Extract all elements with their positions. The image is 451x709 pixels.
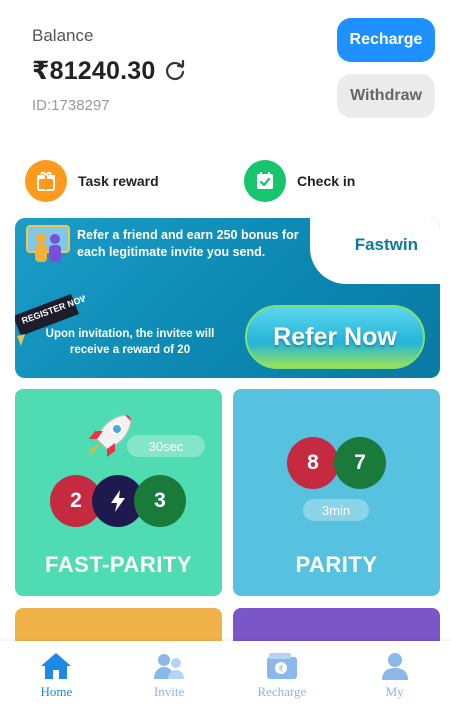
balance-row: ₹81240.30 — [32, 56, 187, 86]
banner-text-bottom: Upon invitation, the invitee will receiv… — [45, 328, 215, 356]
brand-name: Fastwin — [354, 235, 418, 254]
nav-label-home: Home — [40, 684, 73, 699]
user-icon — [381, 653, 408, 680]
number-ball-green: 3 — [134, 475, 186, 527]
parity-card[interactable]: 8 7 3min PARITY — [233, 389, 440, 596]
invite-icon — [154, 654, 185, 679]
home-icon — [41, 653, 72, 679]
nav-label-invite: Invite — [153, 684, 185, 699]
referral-banner[interactable]: Refer a friend and earn 250 bonus for ea… — [15, 218, 440, 378]
nav-item-invite[interactable]: Invite — [113, 641, 225, 709]
nav-item-recharge[interactable]: ₹ Recharge — [226, 641, 338, 709]
people-icon — [25, 224, 71, 275]
check-in-label: Check in — [297, 173, 356, 189]
calendar-check-icon — [244, 160, 286, 202]
task-reward-label: Task reward — [78, 173, 159, 189]
check-in-button[interactable]: Check in — [244, 160, 355, 202]
banner-text-top: Refer a friend and earn 250 bonus for ea… — [77, 228, 299, 259]
nav-item-my[interactable]: My — [339, 641, 451, 709]
nav-item-home[interactable]: Home — [0, 641, 112, 709]
fast-parity-title: FAST-PARITY — [45, 552, 192, 577]
fast-parity-card[interactable]: 30sec 2 3 FAST-PARITY — [15, 389, 222, 596]
bottom-nav: Home Invite ₹ Recharge My — [0, 641, 451, 709]
timer-pill: 30sec — [127, 435, 205, 457]
refresh-icon[interactable] — [163, 59, 187, 83]
brand-badge: Fastwin — [310, 218, 440, 284]
lightning-icon — [111, 490, 125, 512]
timer-pill: 3min — [303, 499, 369, 521]
parity-title: PARITY — [295, 552, 378, 577]
recharge-button[interactable]: Recharge — [337, 18, 435, 62]
balance-amount: ₹81240.30 — [32, 57, 156, 85]
number-ball-red: 8 — [287, 437, 339, 489]
task-reward-button[interactable]: Task reward — [25, 160, 159, 202]
withdraw-button[interactable]: Withdraw — [337, 74, 435, 118]
balance-label: Balance — [32, 26, 94, 45]
user-id: ID:1738297 — [32, 97, 110, 114]
svg-text:₹: ₹ — [278, 665, 284, 675]
gift-icon — [25, 160, 67, 202]
refer-now-button[interactable]: Refer Now — [245, 305, 425, 369]
nav-label-my: My — [385, 684, 404, 699]
wallet-icon: ₹ — [266, 653, 297, 679]
nav-label-recharge: Recharge — [257, 684, 307, 699]
number-ball-green: 7 — [334, 437, 386, 489]
